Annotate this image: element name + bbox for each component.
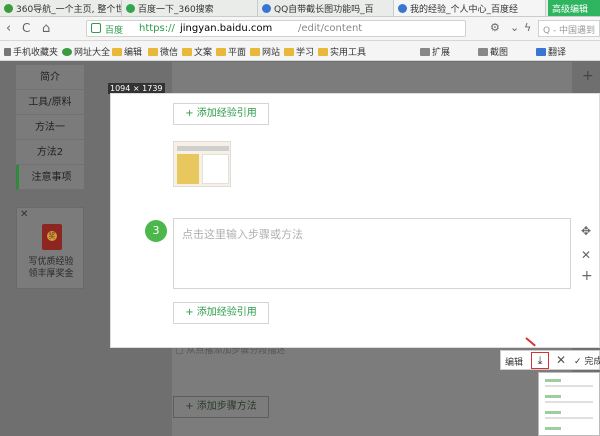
long-screenshot-preview[interactable] — [538, 372, 600, 436]
secure-lock-icon — [91, 23, 101, 33]
sidebar-item-method-1[interactable]: 方法一 — [16, 115, 84, 140]
capture-toolbar: 编辑 ⤓ ✕ ✓ 完成 — [500, 350, 600, 370]
search-favicon-icon — [126, 4, 135, 13]
image-thumbnail[interactable] — [173, 141, 231, 187]
url-host: jingyan.baidu.com — [180, 23, 273, 34]
url-path: /edit/content — [298, 23, 363, 34]
red-envelope-icon: 奖 — [42, 224, 62, 250]
folder-icon — [284, 48, 294, 56]
shield-icon[interactable]: ⚙ — [490, 21, 500, 34]
lightning-icon[interactable]: ϟ — [524, 21, 531, 34]
delete-icon[interactable]: ✕ — [581, 248, 591, 262]
home-icon[interactable]: ⌂ — [42, 21, 50, 36]
bookmark-tools[interactable]: 实用工具 — [318, 45, 366, 58]
add-icon[interactable]: + — [581, 268, 593, 284]
address-bar: ‹ C ⌂ 百度 https:// jingyan.baidu.com /edi… — [0, 17, 600, 41]
extensions-button[interactable]: 扩展 — [420, 45, 450, 58]
back-arrow-icon[interactable]: ‹ — [6, 21, 11, 36]
tab-my-experience[interactable]: 我的经验_个人中心_百度经 — [394, 0, 546, 16]
step-number-badge: 3 — [145, 220, 167, 242]
bookmark-mobile-favorites[interactable]: 手机收藏夹 — [4, 45, 58, 58]
sidebar-item-tools[interactable]: 工具/原料 — [16, 90, 84, 115]
scissors-icon — [478, 48, 488, 56]
promo-card[interactable]: ✕ 奖 写优质经验 领丰厚奖金 — [16, 207, 84, 289]
sidebar-item-notes[interactable]: 注意事项 — [16, 165, 84, 190]
url-scheme: https:// — [139, 23, 175, 34]
grid-icon — [420, 48, 430, 56]
folder-icon — [318, 48, 328, 56]
bookmark-graphic[interactable]: 平面 — [216, 45, 246, 58]
add-reference-button-2[interactable]: + 添加经验引用 — [173, 302, 269, 324]
folder-icon — [216, 48, 226, 56]
add-reference-button[interactable]: + 添加经验引用 — [173, 103, 269, 125]
bookmark-website[interactable]: 网站 — [250, 45, 280, 58]
360-favicon-icon — [4, 4, 13, 13]
close-icon[interactable]: ✕ — [20, 209, 28, 220]
bookmark-wechat[interactable]: 微信 — [148, 45, 178, 58]
promo-text: 写优质经验 领丰厚奖金 — [28, 257, 74, 279]
baidu-paw-icon — [262, 4, 271, 13]
move-icon[interactable]: ✥ — [581, 224, 591, 238]
globe-icon — [62, 48, 72, 56]
done-button[interactable]: ✓ 完成 — [574, 354, 600, 367]
outline-nav: 简介 工具/原料 方法一 方法2 注意事项 — [16, 65, 84, 190]
site-verified-tag: 百度 — [105, 26, 124, 36]
add-step-button[interactable]: + 添加步骤方法 — [173, 396, 269, 418]
tab-360-search[interactable]: 百度一下_360搜索 — [122, 0, 258, 16]
baidu-paw-icon — [398, 4, 407, 13]
edit-button[interactable]: 编辑 — [505, 355, 523, 368]
sidebar-item-method-2[interactable]: 方法2 — [16, 140, 84, 165]
folder-icon — [112, 48, 122, 56]
screenshot-button[interactable]: 截图 — [478, 45, 508, 58]
plus-icon[interactable]: + — [582, 68, 594, 84]
tab-strip: 360导航_一个主页, 整个世 百度一下_360搜索 QQ自带截长图功能吗_百 … — [0, 0, 600, 17]
tab-360-nav[interactable]: 360导航_一个主页, 整个世 — [0, 0, 122, 16]
folder-icon — [148, 48, 158, 56]
bookmark-copywriting[interactable]: 文案 — [182, 45, 212, 58]
screenshot-selection[interactable]: + 添加经验引用 3 点击这里输入步骤或方法 ✥ ✕ + + 添加经验引用 — [110, 93, 600, 348]
translate-icon — [536, 48, 546, 56]
cancel-icon[interactable]: ✕ — [556, 353, 566, 367]
translate-button[interactable]: 翻译 — [536, 45, 566, 58]
tab-advanced-edit[interactable]: 高级编辑 — [548, 0, 600, 16]
search-input[interactable]: Q - 中国遇到 — [538, 20, 600, 37]
bookmark-study[interactable]: 学习 — [284, 45, 314, 58]
url-field[interactable]: 百度 https:// jingyan.baidu.com /edit/cont… — [86, 20, 466, 37]
download-icon[interactable]: ⤓ — [531, 352, 549, 369]
sidebar-item-intro[interactable]: 简介 — [16, 65, 84, 90]
refresh-icon[interactable]: C — [22, 21, 30, 35]
bookmark-site-directory[interactable]: 网址大全 — [62, 45, 110, 58]
bookmark-edit[interactable]: 编辑 — [112, 45, 142, 58]
chevron-down-icon[interactable]: ⌄ — [510, 21, 519, 34]
tab-qq-screenshot[interactable]: QQ自带截长图功能吗_百 — [258, 0, 394, 16]
folder-icon — [182, 48, 192, 56]
folder-icon — [250, 48, 260, 56]
step-text-field[interactable]: 点击这里输入步骤或方法 — [173, 218, 571, 289]
phone-icon — [4, 48, 11, 56]
bookmarks-bar: 手机收藏夹 网址大全 编辑 微信 文案 平面 网站 学习 实用工具 扩展 截图 … — [0, 41, 600, 61]
